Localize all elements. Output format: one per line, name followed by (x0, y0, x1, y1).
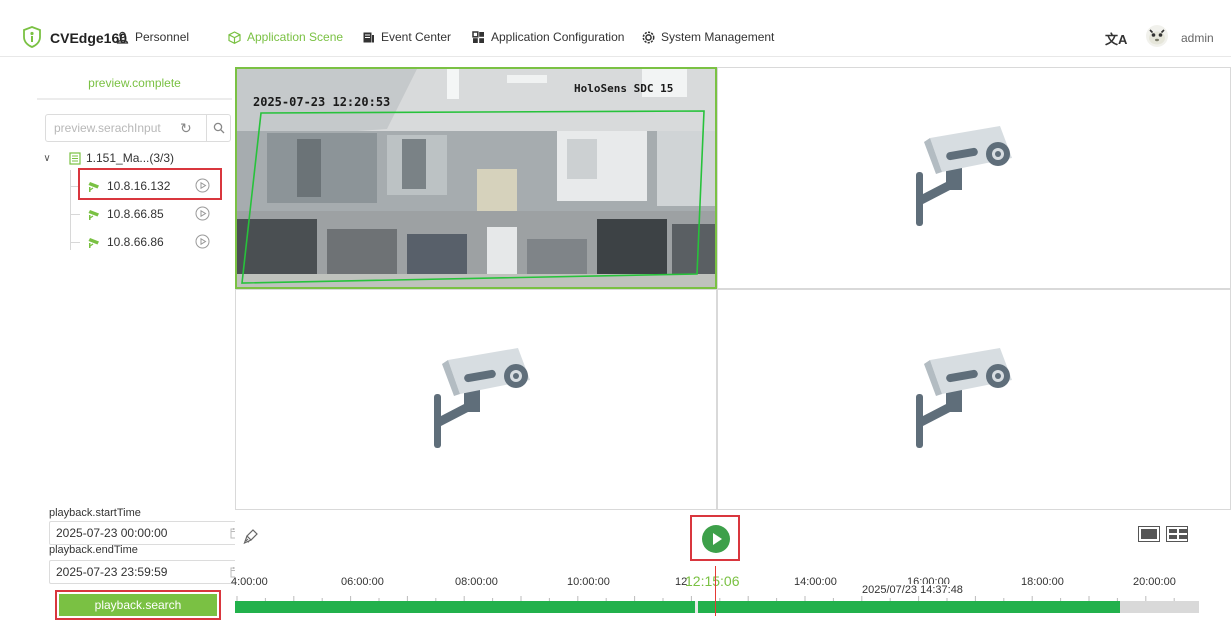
playback-search-label: playback.search (59, 594, 217, 616)
current-time: 12:15:06 (685, 573, 740, 589)
nav-label: Application Configuration (491, 30, 625, 44)
playhead[interactable] (715, 566, 716, 616)
video-grid: 2025-07-23 12:20:53 HoloSens SDC 15 (235, 67, 1231, 510)
end-time-label: playback.endTime (49, 544, 138, 556)
search-button[interactable] (206, 115, 231, 141)
nav-label: System Management (661, 30, 775, 44)
nav-label: Personnel (135, 30, 190, 44)
feed-timestamp: 2025-07-23 12:20:53 (253, 95, 391, 109)
gear-icon (642, 31, 655, 43)
playback-timeline[interactable]: 4:00:00 06:00:00 08:00:00 10:00:00 12 14… (231, 566, 1199, 621)
camera-placeholder-icon (916, 126, 1012, 226)
device-search: ↻ (45, 114, 231, 142)
tree-group-label: 1.151_Ma...(3/3) (86, 151, 175, 165)
group-icon (69, 151, 81, 165)
nav-application-configuration[interactable]: Application Configuration (472, 30, 624, 44)
device-panel: preview.complete ↻ ∨ 1.151_Ma...(3/3) 10… (37, 66, 249, 631)
top-bar: CVEdge160 Personnel Application Scene Ev… (0, 0, 1231, 57)
device-ip: 10.8.66.85 (107, 207, 164, 221)
camera-online-icon (88, 210, 99, 220)
video-cell-3[interactable] (235, 289, 717, 510)
personnel-icon (116, 31, 129, 44)
search-input[interactable] (46, 121, 174, 135)
tick-label: 20:00:00 (1133, 576, 1176, 588)
recording-track[interactable] (235, 601, 1199, 613)
play-button-highlight (690, 515, 740, 561)
tree-item-device[interactable]: 10.8.66.86 (37, 228, 232, 256)
camera-placeholder-icon (434, 348, 530, 448)
tree-item-device[interactable]: 10.8.66.85 (37, 200, 232, 228)
feed-camera-name: HoloSens SDC 15 (574, 82, 674, 95)
grid-icon (472, 30, 484, 43)
avatar[interactable] (1145, 24, 1169, 48)
quad-layout-icon[interactable] (1166, 526, 1188, 542)
video-cell-4[interactable] (717, 289, 1231, 510)
camera-placeholder-icon (916, 348, 1012, 448)
nav-system-management[interactable]: System Management (642, 30, 774, 44)
tick-label: 10:00:00 (567, 576, 610, 588)
tab-preview-complete[interactable]: preview.complete (37, 66, 232, 100)
hover-time: 2025/07/23 14:37:48 (862, 584, 963, 596)
nav-label: Event Center (381, 30, 452, 44)
tree-branch (70, 242, 80, 243)
nav-application-scene[interactable]: Application Scene (228, 30, 343, 44)
single-layout-icon[interactable] (1138, 526, 1160, 542)
clear-icon[interactable] (243, 528, 261, 546)
end-time-field[interactable] (49, 560, 249, 584)
search-icon (213, 122, 225, 134)
recorded-segment (235, 601, 1120, 613)
event-icon (363, 32, 374, 42)
play-button[interactable] (702, 525, 730, 553)
tick-label: 14:00:00 (794, 576, 837, 588)
refresh-icon[interactable]: ↻ (180, 121, 194, 135)
tick-label: 06:00:00 (341, 576, 384, 588)
nav-event-center[interactable]: Event Center (362, 30, 451, 44)
start-time-label: playback.startTime (49, 507, 141, 519)
start-time-input[interactable] (56, 526, 216, 540)
user-name[interactable]: admin (1181, 31, 1214, 45)
tick-label: 08:00:00 (455, 576, 498, 588)
logo-icon (23, 26, 41, 48)
tree-group-root[interactable]: ∨ 1.151_Ma...(3/3) (37, 148, 232, 168)
play-circle-icon[interactable] (195, 234, 210, 249)
start-time-field[interactable] (49, 521, 249, 545)
play-circle-icon[interactable] (195, 206, 210, 221)
video-cell-1[interactable]: 2025-07-23 12:20:53 HoloSens SDC 15 (235, 67, 717, 289)
chevron-down-icon[interactable]: ∨ (37, 153, 57, 164)
cube-icon (228, 30, 241, 44)
device-ip: 10.8.66.86 (107, 235, 164, 249)
tick-label: 4:00:00 (231, 576, 268, 588)
tree-branch (70, 214, 80, 215)
playback-toolbar: 4:00:00 06:00:00 08:00:00 10:00:00 12 14… (231, 510, 1231, 631)
selected-device-highlight (78, 168, 222, 200)
video-cell-2[interactable] (717, 67, 1231, 289)
nav-personnel[interactable]: Personnel (116, 30, 189, 44)
camera-online-icon (88, 238, 99, 248)
recording-gap (695, 601, 698, 613)
end-time-input[interactable] (56, 565, 216, 579)
playback-search-button[interactable]: playback.search (55, 590, 221, 620)
nav-label: Application Scene (247, 30, 344, 44)
tick-label: 18:00:00 (1021, 576, 1064, 588)
translate-icon[interactable]: 文A (1105, 29, 1127, 48)
